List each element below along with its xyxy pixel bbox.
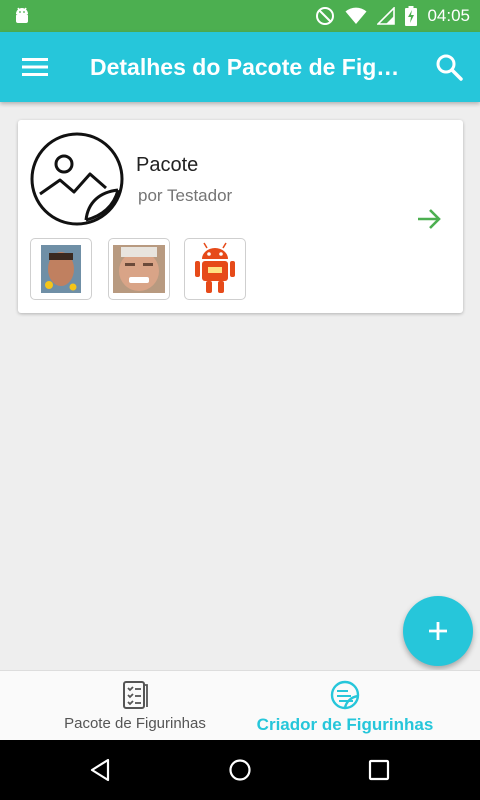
tab-label: Criador de Figurinhas <box>256 715 434 734</box>
menu-icon[interactable] <box>22 54 48 80</box>
back-icon[interactable] <box>88 758 112 782</box>
do-not-disturb-icon <box>316 7 335 25</box>
sticker-older-man-image <box>113 245 165 293</box>
app-bar: Detalhes do Pacote de Figurinhas <box>0 32 480 102</box>
android-debug-icon <box>16 7 28 23</box>
tab-sticker-creator[interactable]: Criador de Figurinhas <box>225 671 465 741</box>
status-bar: 04:05 <box>0 0 480 32</box>
checklist-icon <box>123 681 148 709</box>
page-title: Detalhes do Pacote de Figurinhas <box>90 54 410 80</box>
sticker-icon <box>330 680 360 710</box>
sticker-face-emoji-image <box>41 245 81 293</box>
sticker-pack-card[interactable]: Pacote por Testador <box>18 120 463 313</box>
arrow-right-icon[interactable] <box>416 206 442 232</box>
sticker-thumbnail[interactable] <box>108 238 170 300</box>
home-icon[interactable] <box>228 758 252 782</box>
sticker-android-robot-image <box>195 242 235 293</box>
pack-name: Pacote <box>136 154 199 176</box>
sticker-thumbnail[interactable] <box>184 238 246 300</box>
plus-icon <box>429 622 447 640</box>
wifi-icon <box>345 7 367 24</box>
battery-charging-icon <box>405 6 418 26</box>
bottom-navigation: Pacote de Figurinhas Criador de Figurinh… <box>0 670 480 740</box>
sticker-thumbnail[interactable] <box>30 238 92 300</box>
sticker-pack-icon <box>30 132 124 226</box>
signal-icon <box>377 7 396 25</box>
clock: 04:05 <box>427 6 470 25</box>
recents-icon[interactable] <box>368 759 390 781</box>
add-sticker-button[interactable] <box>403 596 473 666</box>
pack-author: por Testador <box>138 186 233 205</box>
tab-sticker-packs[interactable]: Pacote de Figurinhas <box>15 671 255 741</box>
system-navigation-bar <box>0 740 480 800</box>
tab-label: Pacote de Figurinhas <box>64 715 206 732</box>
search-icon[interactable] <box>434 52 464 82</box>
